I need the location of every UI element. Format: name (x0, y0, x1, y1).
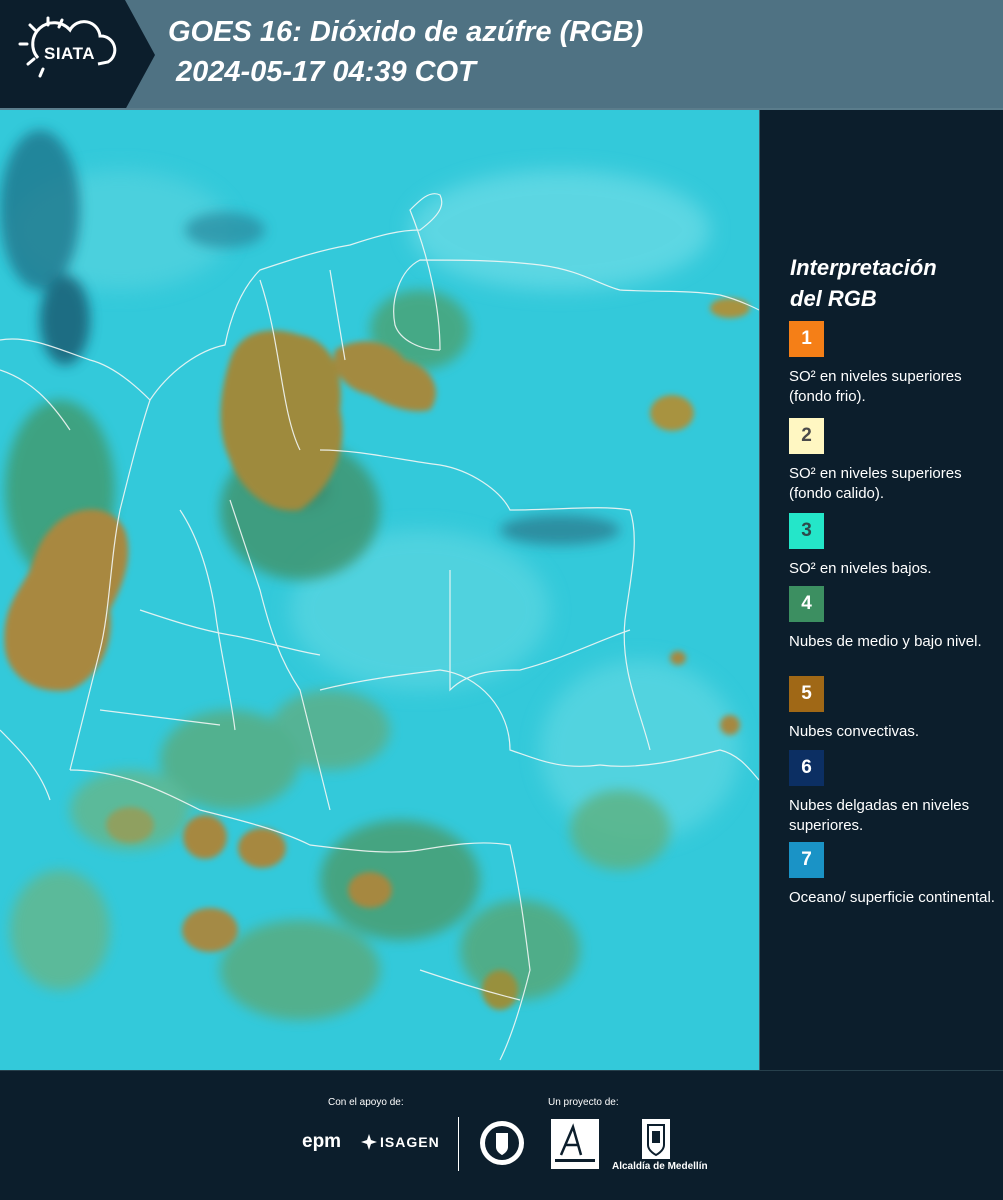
legend-item-2: 2 SO² en niveles superiores (fondo calid… (789, 418, 999, 504)
project-label: Un proyecto de: (548, 1097, 619, 1108)
isagen-logo[interactable]: ISAGEN (380, 1134, 440, 1150)
legend-item-text: SO² en niveles bajos. (789, 560, 932, 577)
logo-text: SIATA (44, 44, 95, 63)
legend-item-text: Nubes convectivas. (789, 723, 920, 740)
page-title: GOES 16: Dióxido de azúfre (RGB) (168, 16, 644, 48)
epm-logo[interactable]: epm (302, 1131, 341, 1153)
legend-title-line2: del RGB (790, 286, 877, 311)
legend-item-3: 3 SO² en niveles bajos. (789, 513, 999, 579)
legend-swatch: 6 (789, 750, 824, 786)
legend-swatch: 7 (789, 842, 824, 878)
medellin-seal-icon[interactable] (478, 1119, 526, 1167)
legend-item-text: Nubes de medio y bajo nivel. (789, 633, 982, 650)
siata-logo[interactable]: SIATA (0, 0, 155, 110)
legend-item-text: SO² en niveles superiores (fondo calido)… (789, 465, 962, 502)
legend-item-6: 6 Nubes delgadas en niveles superiores. (789, 750, 999, 836)
satellite-map[interactable] (0, 110, 759, 1070)
legend-panel: Interpretación del RGB 1 SO² en niveles … (759, 110, 1003, 1070)
alcaldia-label: Alcaldía de Medellín (612, 1161, 708, 1172)
legend-swatch: 2 (789, 418, 824, 454)
legend-item-7: 7 Oceano/ superficie continental. (789, 842, 999, 908)
area-metropolitana-logo-icon[interactable] (551, 1119, 599, 1169)
legend-item-text: Nubes delgadas en niveles superiores. (789, 797, 970, 834)
legend-swatch: 1 (789, 321, 824, 357)
legend-item-1: 1 SO² en niveles superiores (fondo frio)… (789, 321, 999, 407)
isagen-logo-icon (361, 1134, 377, 1150)
legend-item-5: 5 Nubes convectivas. (789, 676, 999, 742)
footer: Con el apoyo de: Un proyecto de: epm ISA… (0, 1070, 1003, 1200)
header: SIATA GOES 16: Dióxido de azúfre (RGB) 2… (0, 0, 1003, 110)
page-timestamp: 2024-05-17 04:39 COT (176, 56, 476, 88)
legend-swatch: 5 (789, 676, 824, 712)
legend-swatch: 3 (789, 513, 824, 549)
legend-item-text: Oceano/ superficie continental. (789, 889, 995, 906)
legend-title-line1: Interpretación (790, 255, 937, 280)
support-label: Con el apoyo de: (328, 1097, 404, 1108)
alcaldia-shield-icon[interactable] (642, 1119, 670, 1159)
legend-title: Interpretación del RGB (790, 252, 1000, 314)
satellite-rgb-composite-map-icon (0, 110, 759, 1070)
legend-swatch: 4 (789, 586, 824, 622)
footer-divider (458, 1117, 459, 1171)
legend-item-4: 4 Nubes de medio y bajo nivel. (789, 586, 999, 652)
legend-item-text: SO² en niveles superiores (fondo frio). (789, 368, 962, 405)
